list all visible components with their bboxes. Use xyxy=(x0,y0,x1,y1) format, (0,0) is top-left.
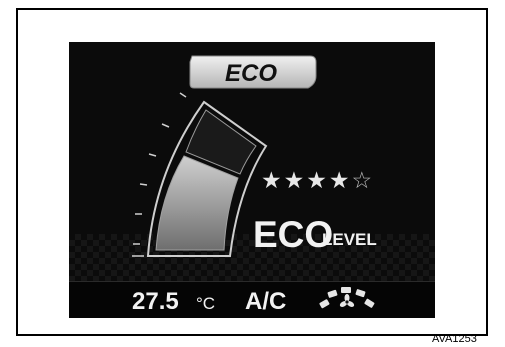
ac-label: A/C xyxy=(245,288,287,315)
fan-speed-icon xyxy=(319,287,375,309)
gauge-tick xyxy=(179,92,187,98)
gauge-tick xyxy=(148,153,157,157)
star-filled-icon: ★ xyxy=(306,167,329,193)
temperature-unit: °C xyxy=(196,294,216,313)
gauge-fill xyxy=(155,155,239,251)
star-filled-icon: ★ xyxy=(328,167,352,193)
eco-level-suffix: LEVEL xyxy=(322,230,377,249)
fan-blades xyxy=(339,294,355,307)
figure-code: AVA1253 xyxy=(432,333,477,345)
gauge-tick xyxy=(139,183,148,186)
temperature-value: 27.5 xyxy=(132,288,179,315)
star-filled-icon: ★ xyxy=(283,167,307,193)
star-empty-icon: ☆ xyxy=(351,167,375,193)
gauge-tick xyxy=(161,123,170,128)
eco-rating-stars: ★★★★☆ xyxy=(261,167,374,194)
star-filled-icon: ★ xyxy=(261,167,284,193)
